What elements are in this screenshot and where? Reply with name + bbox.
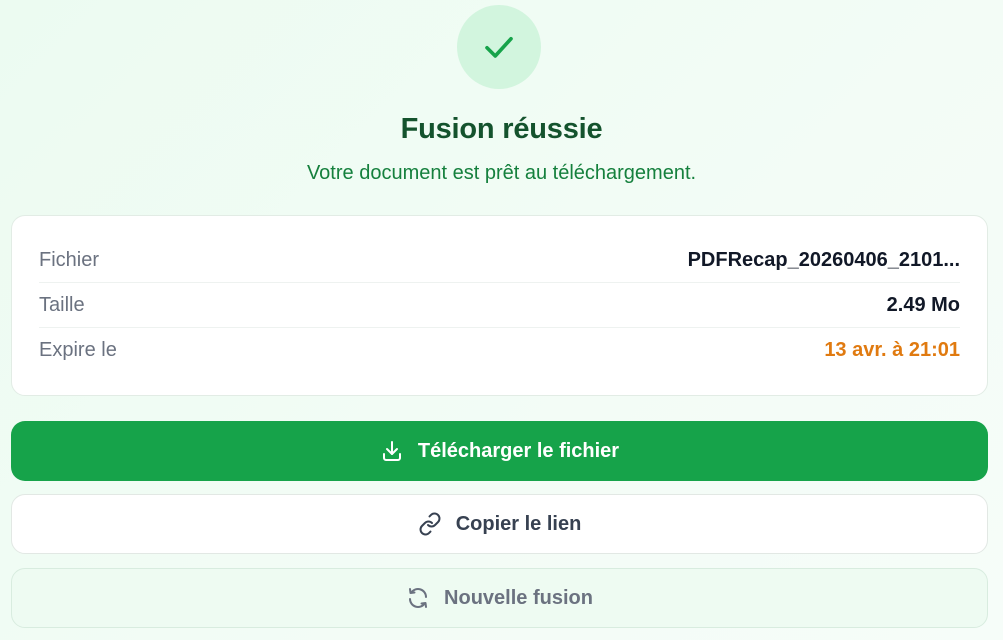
refresh-icon <box>409 588 428 608</box>
expiry-row: Expire le 13 avr. à 21:01 <box>39 328 960 373</box>
file-name-value: PDFRecap_20260406_2101... <box>687 248 960 271</box>
checkmark-icon <box>485 36 513 58</box>
file-size-value: 2.49 Mo <box>886 293 960 316</box>
download-button-label: Télécharger le fichier <box>417 439 620 462</box>
link-icon <box>419 512 441 536</box>
file-info-card: Fichier PDFRecap_20260406_2101... Taille… <box>11 215 988 396</box>
new-merge-button-label: Nouvelle fusion <box>444 586 593 609</box>
file-name-row: Fichier PDFRecap_20260406_2101... <box>39 238 960 283</box>
success-badge <box>457 5 541 89</box>
download-button[interactable]: Télécharger le fichier <box>11 421 988 481</box>
copy-link-button[interactable]: Copier le lien <box>11 494 988 554</box>
page-subtitle: Votre document est prêt au téléchargemen… <box>306 162 697 184</box>
expiry-label: Expire le <box>39 339 117 361</box>
copy-link-button-label: Copier le lien <box>455 512 582 535</box>
file-name-label: Fichier <box>39 248 100 271</box>
new-merge-button[interactable]: Nouvelle fusion <box>11 568 988 628</box>
expiry-value: 13 avr. à 21:01 <box>824 339 960 361</box>
page-title: Fusion réussie <box>400 113 603 145</box>
file-size-row: Taille 2.49 Mo <box>39 283 960 328</box>
download-icon <box>382 441 401 461</box>
file-size-label: Taille <box>39 293 85 316</box>
